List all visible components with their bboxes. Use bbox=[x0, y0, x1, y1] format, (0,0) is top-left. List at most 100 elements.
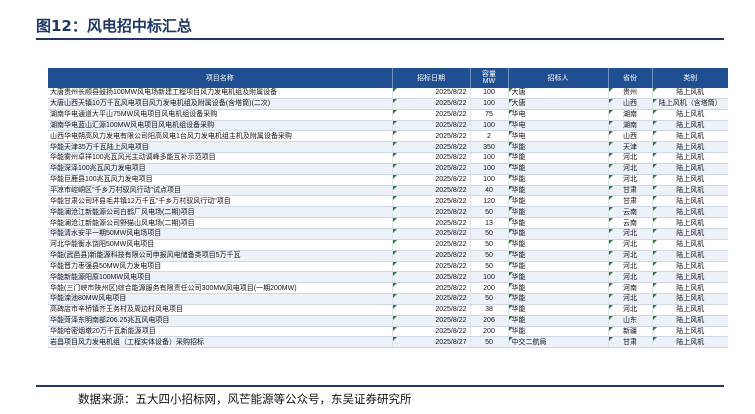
header-capacity: 容量 MW bbox=[470, 68, 509, 88]
table-header: 项目名称 招标日期 容量 MW 招标人 省份 类别 bbox=[48, 68, 728, 88]
table-body: 大唐贵州长顺县鼓扬100MW风电场新建工程项目风力发电机组及附属设备 2025/8… bbox=[48, 88, 728, 349]
capacity-cell: 75 bbox=[470, 109, 509, 121]
capacity-cell: 13 bbox=[470, 217, 509, 229]
province-cell: 河北 bbox=[608, 261, 653, 273]
province-cell: 山西 bbox=[608, 98, 653, 110]
bidder-cell: 华能 bbox=[508, 261, 609, 273]
bid-date-cell: 2025/8/22 bbox=[392, 152, 471, 164]
capacity-cell: 38 bbox=[470, 304, 509, 316]
bidder-cell: 华能 bbox=[508, 282, 609, 295]
bidder-cell: 华能 bbox=[508, 326, 609, 338]
capacity-cell: 50 bbox=[470, 228, 509, 240]
province-cell: 河南 bbox=[608, 282, 653, 295]
table-row: 华能澜沧江新能源公司白鹤厂风电场(二期)项目 2025/8/22 50 华能 云南 陆上风… bbox=[48, 206, 728, 219]
bid-date-cell: 2025/8/22 bbox=[392, 141, 471, 154]
province-cell: 云南 bbox=[608, 217, 653, 229]
capacity-cell: 100 bbox=[470, 98, 509, 110]
category-cell: 陆上风机 bbox=[652, 185, 728, 197]
category-cell: 陆上风机 bbox=[652, 271, 728, 284]
capacity-cell: 40 bbox=[470, 185, 509, 197]
capacity-cell: 50 bbox=[470, 261, 509, 273]
capacity-cell: 50 bbox=[470, 336, 509, 349]
project-name-cell: 高碑店市辛桥镇齐王务村及周边村风电项目 bbox=[48, 304, 393, 316]
project-name-cell: 河北华能衡水饶阳50MW风电项目 bbox=[48, 239, 393, 251]
project-name-cell: 华能甘肃公司环县毛井镇12万千瓦"千乡万村驭风行动"项目 bbox=[48, 195, 393, 208]
project-name-cell: 华能晋力枣强县50MW风力发电项目 bbox=[48, 261, 393, 273]
province-cell: 湖南 bbox=[608, 120, 653, 132]
capacity-cell: 100 bbox=[470, 174, 509, 186]
category-cell: 陆上风机 bbox=[652, 206, 728, 219]
bid-date-cell: 2025/8/22 bbox=[392, 163, 471, 175]
bidder-cell: 华能 bbox=[508, 315, 609, 327]
bidder-cell: 华能 bbox=[508, 271, 609, 284]
header-province: 省份 bbox=[608, 68, 653, 88]
bidder-cell: 华电 bbox=[508, 130, 609, 143]
province-cell: 河北 bbox=[608, 228, 653, 240]
bid-date-cell: 2025/8/22 bbox=[392, 228, 471, 240]
header-bidder: 招标人 bbox=[508, 68, 609, 88]
table-row: 湖南华电蓝山汇源100MW风电项目风电机组设备采购 2025/8/22 100 华电湖… bbox=[48, 120, 728, 132]
bidder-cell: 华能 bbox=[508, 250, 609, 262]
project-name-cell: 华能新能源阳原100MW风电项目 bbox=[48, 271, 393, 284]
table-row: 华能哈密烟墩20万千瓦新能源项目 2025/8/22 200 华能 新疆 陆上风机 bbox=[48, 326, 728, 338]
bidder-cell: 大唐 bbox=[508, 88, 609, 99]
title-divider bbox=[36, 38, 724, 40]
province-cell: 河北 bbox=[608, 152, 653, 164]
province-cell: 甘肃 bbox=[608, 336, 653, 349]
bid-date-cell: 2025/8/22 bbox=[392, 326, 471, 338]
capacity-cell: 100 bbox=[470, 163, 509, 175]
province-cell: 贵州 bbox=[608, 88, 653, 99]
category-cell: 陆上风机 bbox=[652, 239, 728, 251]
bid-date-cell: 2025/8/22 bbox=[392, 315, 471, 327]
project-name-cell: 大唐山西天镇10万千瓦风电项目风力发电机组及附属设备(含塔筒)(二次) bbox=[48, 98, 393, 110]
project-name-cell: 华能清水安平一期50MW风电场项目 bbox=[48, 228, 393, 240]
province-cell: 山东 bbox=[608, 315, 653, 327]
bid-date-cell: 2025/8/22 bbox=[392, 293, 471, 305]
capacity-cell: 120 bbox=[470, 195, 509, 208]
project-name-cell: 华能澜沧江新能源公司白鹤厂风电场(二期)项目 bbox=[48, 206, 393, 219]
category-cell: 陆上风机 bbox=[652, 261, 728, 273]
table-row: 华能菏泽东明南部206.25兆瓦风电项目 2025/8/22 206 华能 山东 陆上风机 bbox=[48, 315, 728, 327]
capacity-cell: 200 bbox=[470, 326, 509, 338]
bidder-cell: 华能 bbox=[508, 228, 609, 240]
bid-date-cell: 2025/8/27 bbox=[392, 336, 471, 349]
bidder-cell: 大唐 bbox=[508, 98, 609, 110]
bidder-cell: 华能 bbox=[508, 304, 609, 316]
bid-date-cell: 2025/8/22 bbox=[392, 206, 471, 219]
bid-date-cell: 2025/8/22 bbox=[392, 261, 471, 273]
table-row: 大唐贵州长顺县鼓扬100MW风电场新建工程项目风力发电机组及附属设备 2025/8… bbox=[48, 88, 728, 99]
category-cell: 陆上风机（含塔筒） bbox=[652, 98, 728, 110]
capacity-cell: 100 bbox=[470, 120, 509, 132]
table-row: 华能晋力枣强县50MW风力发电项目 2025/8/22 50 华能 河北 陆上风机 bbox=[48, 261, 728, 273]
capacity-cell: 200 bbox=[470, 282, 509, 295]
category-cell: 陆上风机 bbox=[652, 217, 728, 229]
table-row: 湖南华电通道大平山75MW风电项目风电机组设备采购 2025/8/22 75 华电 湖南… bbox=[48, 109, 728, 121]
table-header-row: 项目名称 招标日期 容量 MW 招标人 省份 类别 bbox=[48, 68, 728, 88]
table-row: 华能新能源阳原100MW风电项目 2025/8/22 100 华能 河北 陆上风机 bbox=[48, 271, 728, 284]
capacity-cell: 100 bbox=[470, 152, 509, 164]
capacity-cell: 100 bbox=[470, 88, 509, 99]
table-row: 华能甘肃公司环县毛井镇12万千瓦"千乡万村驭风行动"项目 2025/8/22 120… bbox=[48, 195, 728, 208]
capacity-cell: 50 bbox=[470, 250, 509, 262]
bid-date-cell: 2025/8/22 bbox=[392, 174, 471, 186]
project-name-cell: 平凉市崆峒区"千乡万村驭风行动"试点项目 bbox=[48, 185, 393, 197]
category-cell: 陆上风机 bbox=[652, 250, 728, 262]
project-name-cell: 湖南华电蓝山汇源100MW风电项目风电机组设备采购 bbox=[48, 120, 393, 132]
bid-date-cell: 2025/8/22 bbox=[392, 195, 471, 208]
bid-date-cell: 2025/8/22 bbox=[392, 304, 471, 316]
province-cell: 河北 bbox=[608, 163, 653, 175]
project-name-cell: 华能滦池80MW风电项目 bbox=[48, 293, 393, 305]
capacity-cell: 206 bbox=[470, 315, 509, 327]
bidder-cell: 华能 bbox=[508, 217, 609, 229]
figure-title: 图12：风电招中标汇总 bbox=[36, 17, 192, 35]
category-cell: 陆上风机 bbox=[652, 120, 728, 132]
table-row: 华能(武邑县)新能源科技有限公司申报风电储备类项目5万千瓦 2025/8/22 50… bbox=[48, 250, 728, 262]
capacity-cell: 2 bbox=[470, 130, 509, 143]
project-name-cell: 华能(三门峡市陕州区)综合能源服务有限责任公司300MW风电项目(一期200MW… bbox=[48, 282, 393, 295]
bid-date-cell: 2025/8/22 bbox=[392, 88, 471, 99]
bidder-cell: 华能 bbox=[508, 293, 609, 305]
province-cell: 河北 bbox=[608, 174, 653, 186]
bid-date-cell: 2025/8/22 bbox=[392, 250, 471, 262]
capacity-cell: 100 bbox=[470, 271, 509, 284]
project-name-cell: 华能巨鹿县100兆瓦风力发电项目 bbox=[48, 174, 393, 186]
